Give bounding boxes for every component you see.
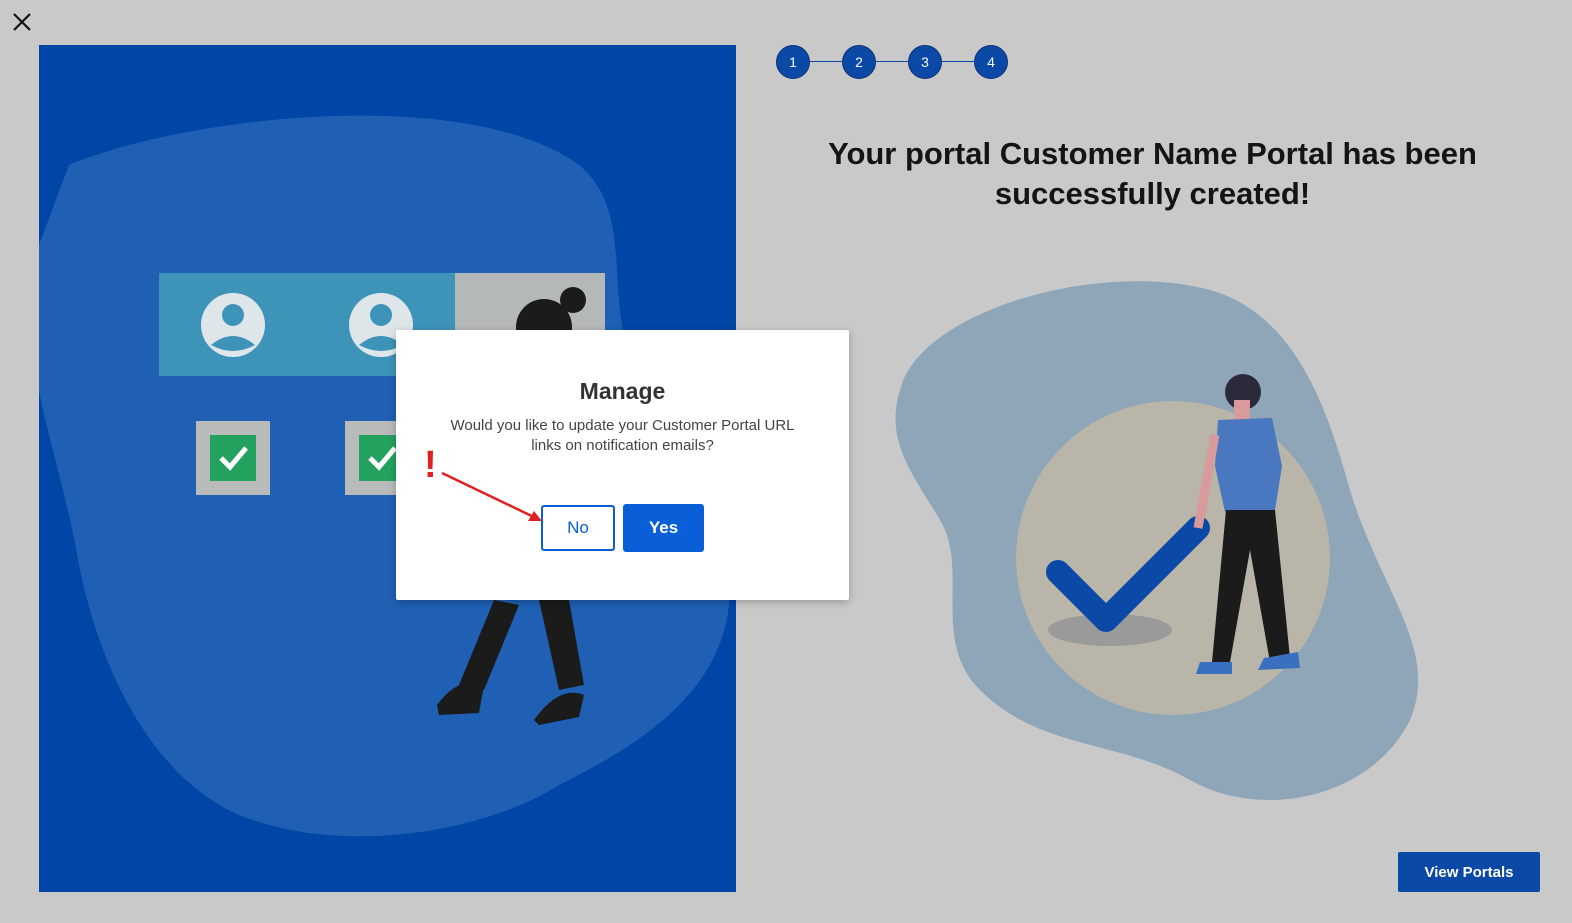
success-title-line-2: successfully created! (994, 176, 1311, 211)
step-2[interactable]: 2 (842, 45, 876, 79)
success-title-line-1: Your portal Customer Name Portal has bee… (828, 136, 1477, 171)
success-checkmark-illustration (895, 281, 1419, 800)
step-3[interactable]: 3 (908, 45, 942, 79)
step-connector (808, 61, 842, 62)
success-title: Your portal Customer Name Portal has bee… (800, 134, 1505, 214)
dialog-message: Would you like to update your Customer P… (450, 417, 795, 454)
close-button[interactable] (8, 8, 36, 36)
no-button[interactable]: No (541, 505, 615, 551)
wizard-stepper: 1 2 3 4 (776, 45, 1008, 79)
step-connector (940, 61, 974, 62)
manage-dialog: Manage Would you like to update your Cus… (396, 330, 849, 600)
dialog-title: Manage (579, 378, 666, 404)
step-4[interactable]: 4 (974, 45, 1008, 79)
close-icon (13, 13, 31, 31)
step-1[interactable]: 1 (776, 45, 810, 79)
success-illustration (880, 270, 1425, 820)
step-connector (874, 61, 908, 62)
view-portals-button[interactable]: View Portals (1398, 852, 1540, 892)
yes-button[interactable]: Yes (623, 504, 704, 552)
